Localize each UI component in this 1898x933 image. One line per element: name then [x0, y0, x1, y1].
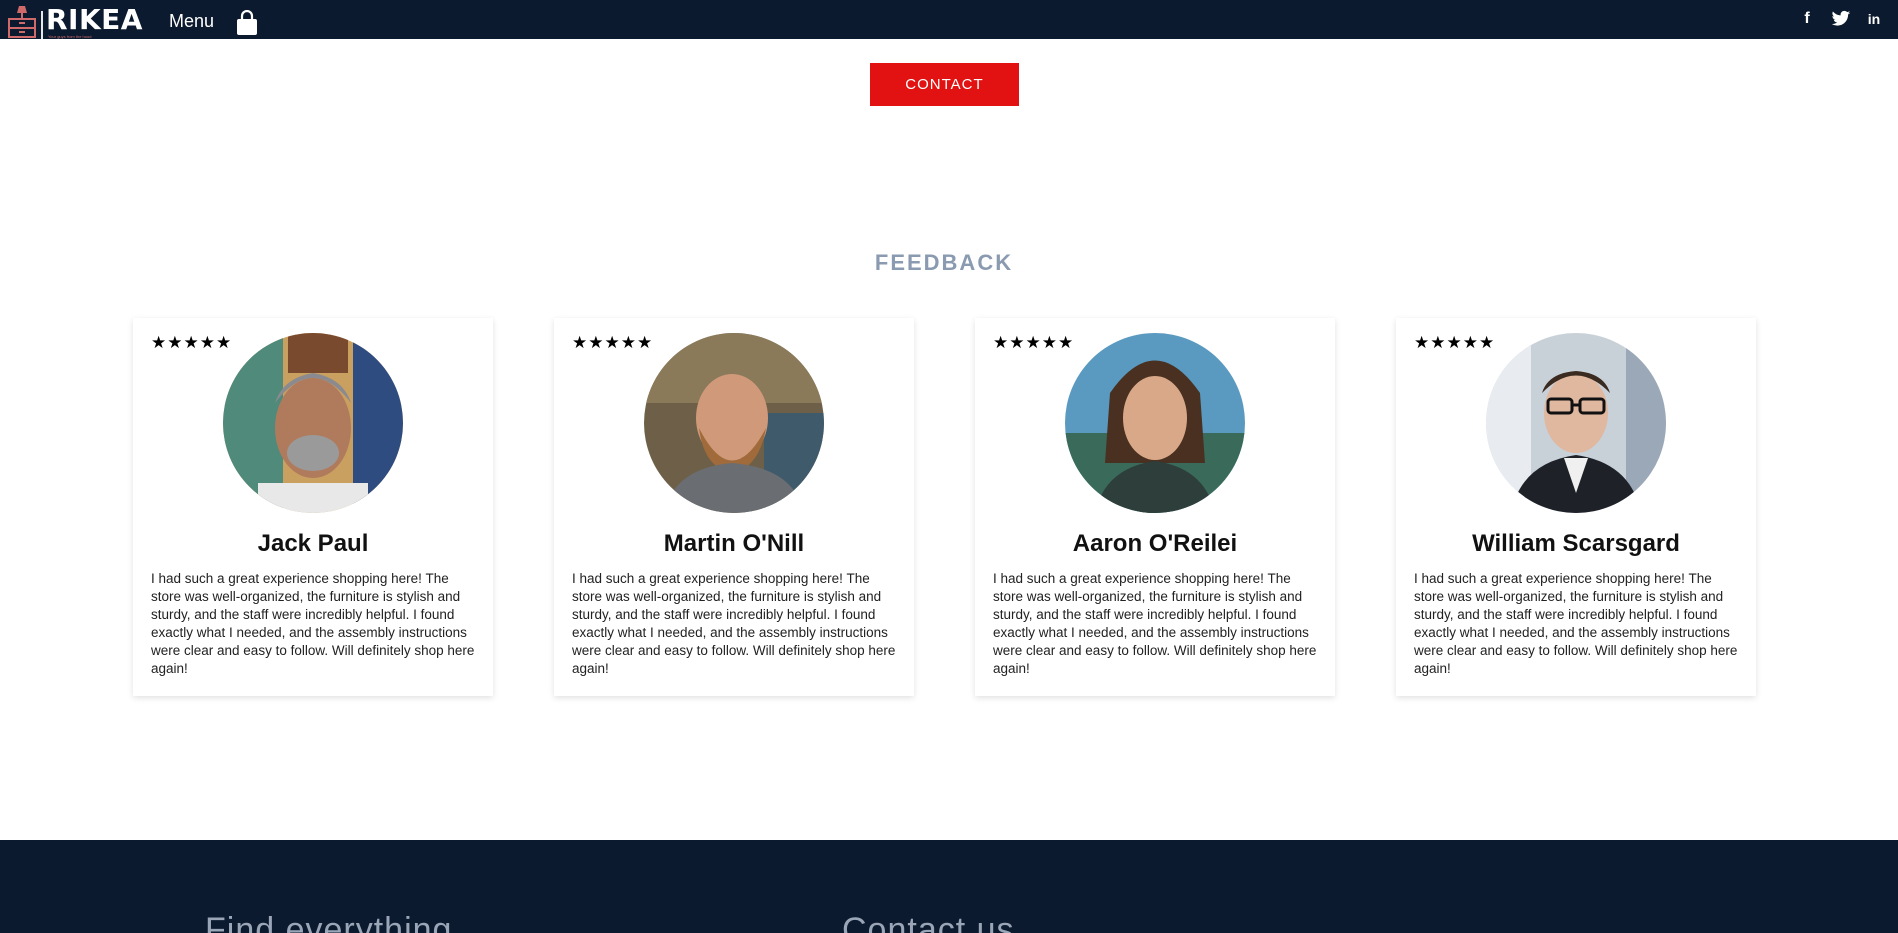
linkedin-icon[interactable]: in	[1865, 9, 1883, 29]
review-text: I had such a great experience shopping h…	[993, 571, 1317, 676]
feedback-section-title: FEEDBACK	[874, 250, 1014, 275]
testimonial-card: ★★★★★ Aaron O'Reilei I had such a great …	[975, 318, 1335, 696]
facebook-icon[interactable]: f	[1800, 9, 1814, 29]
brand-name: RIKEA	[46, 3, 143, 36]
star-rating: ★★★★★	[1414, 333, 1496, 353]
shopping-bag-icon[interactable]	[235, 10, 259, 36]
testimonial-card: ★★★★★ Martin O'Nill I had such a great e…	[554, 318, 914, 696]
logo-divider	[41, 11, 43, 39]
footer-find-heading: Find everything	[205, 911, 453, 933]
avatar	[1065, 333, 1245, 513]
testimonial-card: ★★★★★ William Scarsgard I had such a gre…	[1396, 318, 1756, 696]
review-text: I had such a great experience shopping h…	[572, 571, 896, 676]
reviewer-name: Martin O'Nill	[663, 530, 805, 557]
menu-link[interactable]: Menu	[169, 10, 214, 32]
reviewer-name: Aaron O'Reilei	[1072, 530, 1238, 557]
review-text: I had such a great experience shopping h…	[1414, 571, 1738, 676]
top-navbar: RIKEA Your guys from the hood Menu f in	[0, 0, 1898, 39]
site-footer: Find everything Contact us	[0, 840, 1898, 933]
star-rating: ★★★★★	[572, 333, 654, 353]
testimonial-card: ★★★★★ Jack Paul I had such a great exper…	[133, 318, 493, 696]
avatar	[1486, 333, 1666, 513]
twitter-icon[interactable]	[1831, 9, 1851, 29]
brand-tagline: Your guys from the hood	[48, 34, 92, 39]
footer-contact-heading: Contact us	[842, 911, 1015, 933]
star-rating: ★★★★★	[993, 333, 1075, 353]
reviewer-name: William Scarsgard	[1472, 530, 1680, 557]
brand-logo[interactable]: RIKEA Your guys from the hood	[6, 3, 156, 39]
contact-button[interactable]: CONTACT	[870, 63, 1019, 106]
avatar	[644, 333, 824, 513]
review-text: I had such a great experience shopping h…	[151, 571, 475, 676]
lamp-dresser-logo-icon	[8, 6, 36, 38]
avatar	[223, 333, 403, 513]
reviewer-name: Jack Paul	[257, 530, 369, 557]
star-rating: ★★★★★	[151, 333, 233, 353]
